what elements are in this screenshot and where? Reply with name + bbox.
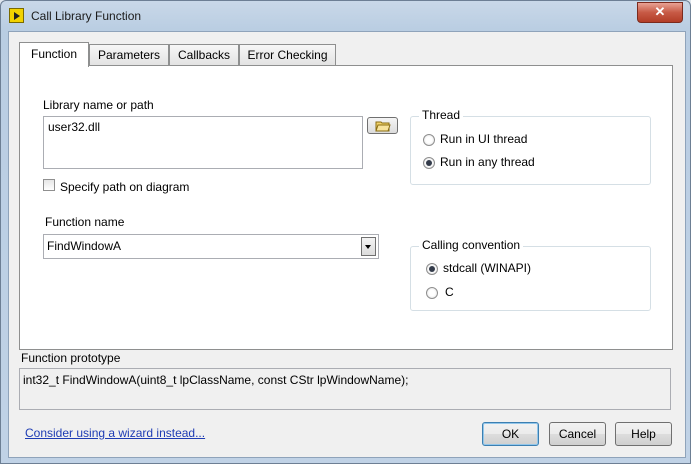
- prototype-label: Function prototype: [21, 351, 121, 365]
- thread-group-title: Thread: [419, 108, 464, 122]
- prototype-text: int32_t FindWindowA(uint8_t lpClassName,…: [23, 373, 409, 387]
- tab-error-checking[interactable]: Error Checking: [239, 44, 336, 65]
- c-convention-label: C: [445, 285, 454, 299]
- function-tab-panel: Library name or path user32.dll Specify …: [19, 65, 673, 350]
- calling-convention-group: Calling convention stdcall (WINAPI) C: [410, 238, 651, 311]
- function-name-select[interactable]: FindWindowA: [43, 234, 379, 259]
- browse-button[interactable]: [367, 117, 398, 134]
- close-button[interactable]: ✕: [637, 2, 683, 23]
- tab-callbacks[interactable]: Callbacks: [169, 44, 239, 65]
- function-name-value: FindWindowA: [47, 239, 122, 253]
- tab-function[interactable]: Function: [19, 42, 89, 67]
- thread-group: Thread Run in UI thread Run in any threa…: [410, 108, 651, 185]
- library-label: Library name or path: [43, 98, 154, 112]
- c-convention-radio[interactable]: [426, 287, 438, 299]
- cancel-button[interactable]: Cancel: [549, 422, 606, 446]
- folder-icon: [375, 121, 391, 132]
- specify-path-label: Specify path on diagram: [60, 180, 190, 194]
- run-any-thread-label: Run in any thread: [440, 155, 535, 169]
- run-ui-thread-radio[interactable]: [423, 134, 435, 146]
- function-name-label: Function name: [45, 215, 125, 229]
- calling-convention-title: Calling convention: [419, 238, 524, 252]
- labview-icon: [9, 8, 24, 23]
- title-bar[interactable]: Call Library Function ✕: [1, 1, 690, 31]
- chevron-down-icon[interactable]: [361, 237, 376, 256]
- run-ui-thread-label: Run in UI thread: [440, 132, 528, 146]
- run-any-thread-radio[interactable]: [423, 157, 435, 169]
- library-path-input[interactable]: user32.dll: [43, 116, 363, 169]
- window-title: Call Library Function: [31, 9, 142, 23]
- tab-parameters[interactable]: Parameters: [89, 44, 169, 65]
- ok-button[interactable]: OK: [482, 422, 539, 446]
- dialog-body: Function Parameters Callbacks Error Chec…: [8, 31, 686, 458]
- specify-path-checkbox[interactable]: [43, 179, 55, 191]
- help-button[interactable]: Help: [615, 422, 672, 446]
- stdcall-label: stdcall (WINAPI): [443, 261, 532, 275]
- stdcall-radio[interactable]: [426, 263, 438, 275]
- dialog-window: Call Library Function ✕ Function Paramet…: [0, 0, 691, 464]
- prototype-field: int32_t FindWindowA(uint8_t lpClassName,…: [19, 368, 671, 410]
- wizard-link[interactable]: Consider using a wizard instead...: [25, 426, 205, 440]
